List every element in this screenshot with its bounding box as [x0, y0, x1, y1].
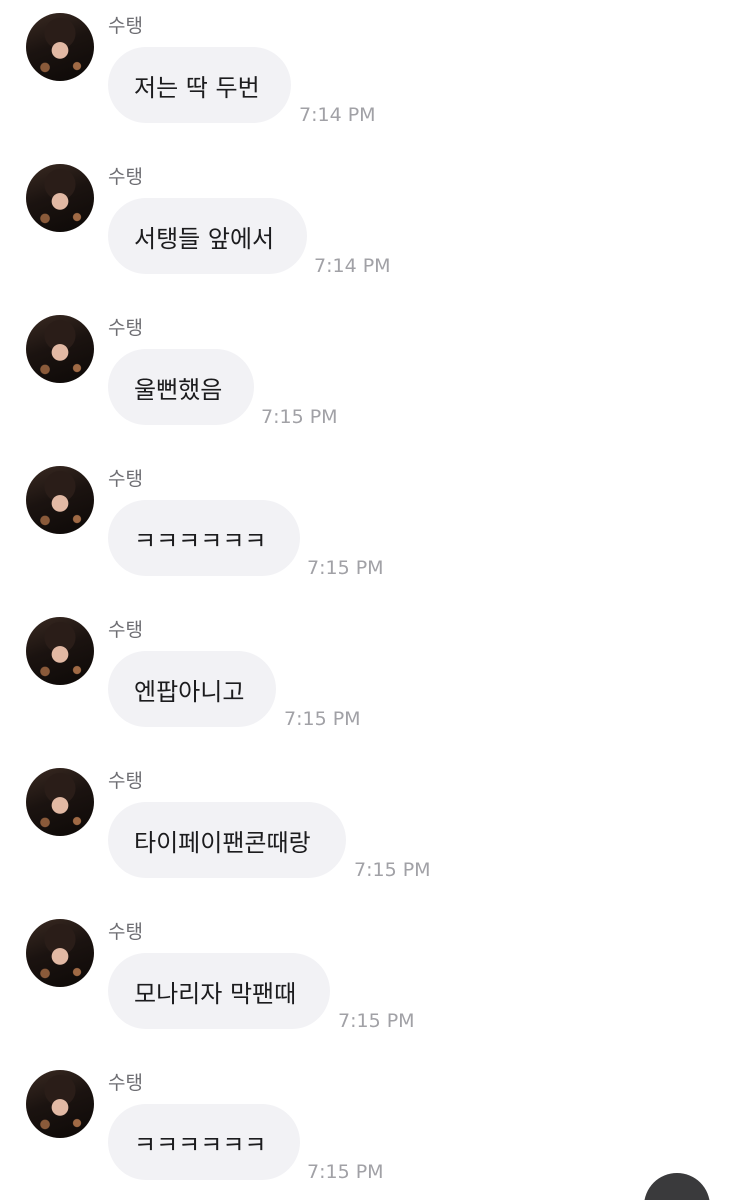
avatar[interactable] [26, 13, 94, 81]
message-row: 수탱 모나리자 막팬때 7:15 PM [0, 906, 737, 1056]
message-row: 수탱 ㅋㅋㅋㅋㅋㅋ 7:15 PM [0, 453, 737, 603]
avatar[interactable] [26, 919, 94, 987]
sender-name: 수탱 [108, 468, 143, 490]
message-bubble[interactable]: 모나리자 막팬때 [108, 953, 330, 1029]
message-row: 수탱 저는 딱 두번 7:14 PM [0, 0, 737, 150]
message-text: 울뻔했음 [134, 375, 223, 404]
message-text: 서탱들 앞에서 [134, 224, 275, 253]
message-text: ㅋㅋㅋㅋㅋㅋ [134, 526, 267, 555]
sender-name: 수탱 [108, 317, 143, 339]
avatar[interactable] [26, 1070, 94, 1138]
message-bubble[interactable]: 울뻔했음 [108, 349, 254, 425]
message-time: 7:15 PM [307, 1161, 384, 1183]
message-bubble[interactable]: 타이페이팬콘때랑 [108, 802, 346, 878]
message-time: 7:14 PM [314, 255, 391, 277]
message-time: 7:15 PM [307, 557, 384, 579]
message-text: 저는 딱 두번 [134, 73, 260, 102]
message-bubble[interactable]: 저는 딱 두번 [108, 47, 291, 123]
avatar[interactable] [26, 466, 94, 534]
avatar[interactable] [26, 617, 94, 685]
message-bubble[interactable]: 서탱들 앞에서 [108, 198, 307, 274]
message-time: 7:15 PM [261, 406, 338, 428]
message-text: 타이페이팬콘때랑 [134, 828, 311, 857]
message-time: 7:15 PM [338, 1010, 415, 1032]
message-text: ㅋㅋㅋㅋㅋㅋ [134, 1130, 267, 1159]
message-row: 수탱 울뻔했음 7:15 PM [0, 302, 737, 452]
message-text: 모나리자 막팬때 [134, 979, 297, 1008]
message-bubble[interactable]: ㅋㅋㅋㅋㅋㅋ [108, 500, 300, 576]
chat-thread: 수탱 저는 딱 두번 7:14 PM 수탱 서탱들 앞에서 7:14 PM 수탱… [0, 0, 737, 1200]
message-bubble[interactable]: 엔팝아니고 [108, 651, 276, 727]
avatar[interactable] [26, 315, 94, 383]
message-row: 수탱 ㅋㅋㅋㅋㅋㅋ 7:15 PM [0, 1057, 737, 1200]
sender-name: 수탱 [108, 166, 143, 188]
avatar[interactable] [26, 768, 94, 836]
sender-name: 수탱 [108, 921, 143, 943]
message-time: 7:15 PM [284, 708, 361, 730]
message-text: 엔팝아니고 [134, 677, 245, 706]
message-row: 수탱 엔팝아니고 7:15 PM [0, 604, 737, 754]
message-row: 수탱 서탱들 앞에서 7:14 PM [0, 151, 737, 301]
sender-name: 수탱 [108, 770, 143, 792]
message-time: 7:15 PM [354, 859, 431, 881]
message-bubble[interactable]: ㅋㅋㅋㅋㅋㅋ [108, 1104, 300, 1180]
message-time: 7:14 PM [299, 104, 376, 126]
message-row: 수탱 타이페이팬콘때랑 7:15 PM [0, 755, 737, 905]
sender-name: 수탱 [108, 619, 143, 641]
sender-name: 수탱 [108, 1072, 143, 1094]
sender-name: 수탱 [108, 15, 143, 37]
avatar[interactable] [26, 164, 94, 232]
